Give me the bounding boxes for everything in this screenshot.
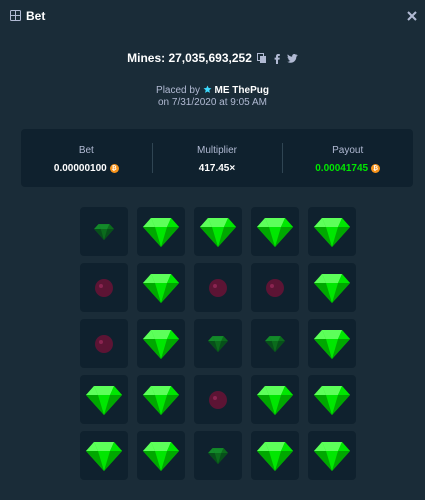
placed-date: on 7/31/2020 at 9:05 AM bbox=[158, 97, 267, 108]
gem-icon bbox=[208, 335, 228, 352]
stat-multiplier: Multiplier 417.45× bbox=[151, 129, 283, 187]
modal-title: Bet bbox=[26, 9, 46, 23]
copy-icon[interactable] bbox=[256, 52, 267, 64]
mine-icon bbox=[95, 278, 113, 297]
grid-tile[interactable] bbox=[251, 375, 299, 424]
payout-amount: 0.00041745 bbox=[315, 163, 369, 174]
gem-icon bbox=[257, 217, 293, 247]
grid-tile[interactable] bbox=[251, 207, 299, 256]
gem-icon bbox=[314, 273, 350, 303]
grid-tile[interactable] bbox=[251, 431, 299, 480]
bitcoin-icon: ₿ bbox=[371, 164, 381, 173]
star-icon bbox=[203, 85, 212, 93]
grid-tile[interactable] bbox=[308, 431, 356, 480]
grid-tile[interactable] bbox=[308, 263, 356, 312]
close-icon[interactable] bbox=[405, 9, 419, 23]
grid-tile[interactable] bbox=[80, 431, 128, 480]
gem-icon bbox=[314, 217, 350, 247]
grid-tile[interactable] bbox=[194, 319, 242, 368]
grid-tile[interactable] bbox=[194, 207, 242, 256]
grid-tile[interactable] bbox=[137, 431, 185, 480]
grid-tile[interactable] bbox=[80, 263, 128, 312]
grid-tile[interactable] bbox=[137, 375, 185, 424]
grid-tile[interactable] bbox=[137, 263, 185, 312]
gem-icon bbox=[94, 223, 114, 240]
grid-tile[interactable] bbox=[80, 207, 128, 256]
placed-by-line: Placed by ME ThePug bbox=[0, 85, 425, 97]
gem-icon bbox=[314, 441, 350, 471]
gem-icon bbox=[143, 441, 179, 471]
mines-grid bbox=[80, 207, 356, 480]
username-link[interactable]: ME ThePug bbox=[215, 85, 269, 96]
bet-value-row: 0.00000100 ₿ bbox=[21, 163, 152, 174]
grid-tile[interactable] bbox=[194, 263, 242, 312]
stat-bet: Bet 0.00000100 ₿ bbox=[21, 129, 152, 187]
grid-tile[interactable] bbox=[308, 207, 356, 256]
modal-header: Bet bbox=[0, 0, 425, 34]
stat-payout: Payout 0.00041745 ₿ bbox=[282, 129, 413, 187]
gem-icon bbox=[86, 441, 122, 471]
mines-count: Mines: 27,035,693,252 bbox=[127, 51, 252, 65]
grid-tile[interactable] bbox=[194, 375, 242, 424]
payout-label: Payout bbox=[332, 145, 364, 156]
grid-tile[interactable] bbox=[308, 375, 356, 424]
mine-icon bbox=[266, 278, 284, 297]
mine-icon bbox=[209, 278, 227, 297]
multiplier-amount: 417.45× bbox=[198, 163, 236, 174]
grid-tile[interactable] bbox=[137, 207, 185, 256]
multiplier-value-row: 417.45× bbox=[152, 163, 283, 174]
gem-icon bbox=[208, 447, 228, 464]
gem-icon bbox=[314, 385, 350, 415]
twitter-icon[interactable] bbox=[287, 53, 298, 64]
grid-tile[interactable] bbox=[80, 375, 128, 424]
payout-value-row: 0.00041745 ₿ bbox=[282, 163, 413, 174]
gem-icon bbox=[257, 385, 293, 415]
gem-icon bbox=[86, 385, 122, 415]
mine-icon bbox=[95, 334, 113, 353]
mine-icon bbox=[209, 390, 227, 409]
gem-icon bbox=[265, 335, 285, 352]
gem-icon bbox=[143, 217, 179, 247]
grid-tile[interactable] bbox=[251, 263, 299, 312]
grid-tile[interactable] bbox=[194, 431, 242, 480]
gem-icon bbox=[143, 273, 179, 303]
grid-tile[interactable] bbox=[80, 319, 128, 368]
grid-tile[interactable] bbox=[308, 319, 356, 368]
gem-icon bbox=[143, 329, 179, 359]
bitcoin-icon: ₿ bbox=[109, 164, 119, 173]
multiplier-label: Multiplier bbox=[197, 145, 238, 156]
placed-info: Placed by ME ThePug on 7/31/2020 at 9:05… bbox=[0, 85, 425, 109]
gem-icon bbox=[257, 441, 293, 471]
gem-icon bbox=[200, 217, 236, 247]
grid-tile[interactable] bbox=[251, 319, 299, 368]
mines-summary: Mines: 27,035,693,252 bbox=[0, 50, 425, 66]
bet-stats-panel: Bet 0.00000100 ₿ Multiplier 417.45× Payo… bbox=[21, 129, 413, 187]
grid-tile[interactable] bbox=[137, 319, 185, 368]
gem-icon bbox=[314, 329, 350, 359]
gem-icon bbox=[143, 385, 179, 415]
facebook-icon[interactable] bbox=[272, 53, 282, 64]
bet-amount: 0.00000100 bbox=[53, 163, 107, 174]
bet-grid-icon bbox=[10, 10, 21, 21]
placed-by-label: Placed by bbox=[156, 85, 200, 96]
bet-label: Bet bbox=[78, 145, 94, 156]
